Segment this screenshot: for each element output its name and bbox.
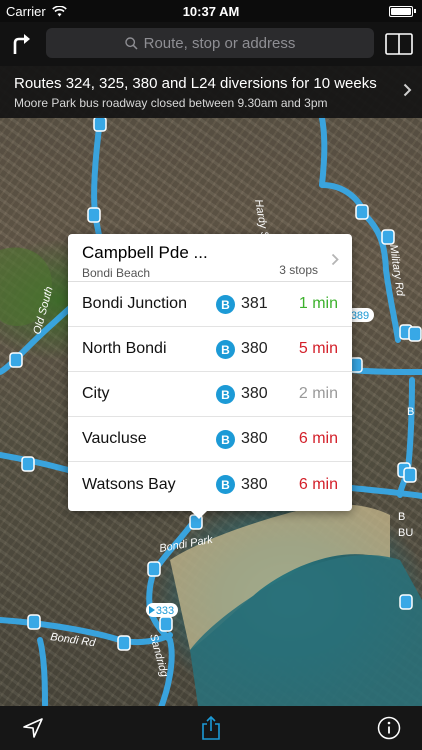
departure-destination: Bondi Junction	[82, 295, 187, 312]
status-bar: Carrier 10:37 AM	[0, 0, 422, 22]
route-number: 380	[241, 385, 268, 402]
chevron-right-icon	[403, 83, 412, 97]
route-333-label: 333	[156, 605, 174, 617]
departure-row[interactable]: City B 380 2 min	[68, 372, 352, 417]
map-b2-label: B	[398, 511, 405, 523]
departure-row[interactable]: Vaucluse B 380 6 min	[68, 417, 352, 462]
departure-row[interactable]: Bondi Junction B 381 1 min	[68, 282, 352, 327]
chevron-right-icon	[331, 253, 339, 266]
stop-count: 3 stops	[279, 263, 318, 277]
turn-right-arrow-icon	[13, 34, 30, 54]
stop-name: Campbell Pde ...	[82, 243, 208, 262]
departure-destination: Watsons Bay	[82, 475, 176, 493]
departures-list: Bondi Junction B 381 1 min North Bondi B…	[68, 282, 352, 507]
service-alert-banner[interactable]: Routes 324, 325, 380 and L24 diversions …	[0, 66, 422, 118]
route-number: 380	[241, 430, 268, 447]
magnifier-icon	[124, 36, 138, 50]
search-placeholder: Route, stop or address	[143, 34, 296, 52]
departure-destination: City	[82, 385, 110, 402]
bus-mode-icon: B	[216, 475, 235, 494]
share-button[interactable]	[196, 713, 226, 743]
departure-eta: 6 min	[298, 430, 338, 447]
map-b-label: B	[407, 406, 414, 418]
route-number: 380	[241, 340, 268, 357]
bus-mode-icon: B	[216, 295, 235, 314]
clock: 10:37 AM	[182, 3, 240, 19]
departure-destination: Vaucluse	[82, 430, 147, 447]
departure-eta: 5 min	[298, 340, 338, 357]
book-icon	[385, 33, 413, 55]
bus-mode-icon: B	[216, 430, 235, 449]
departure-row[interactable]: North Bondi B 380 5 min	[68, 327, 352, 372]
bus-mode-icon: B	[216, 340, 235, 359]
current-location-button[interactable]	[18, 713, 48, 743]
stop-header[interactable]: Campbell Pde ... Bondi Beach 3 stops	[68, 234, 352, 282]
departure-row[interactable]: Watsons Bay B 380 6 min	[68, 462, 352, 507]
top-navigation-bar: Route, stop or address	[0, 22, 422, 66]
bottom-toolbar	[0, 706, 422, 750]
route-number: 381	[241, 295, 268, 312]
info-icon	[377, 716, 401, 740]
bus-mode-icon: B	[216, 385, 235, 404]
info-button[interactable]	[374, 713, 404, 743]
search-input[interactable]: Route, stop or address	[46, 28, 374, 58]
stop-departures-card: Campbell Pde ... Bondi Beach 3 stops Bon…	[68, 234, 352, 519]
departure-eta: 1 min	[298, 295, 338, 312]
bookmarks-button[interactable]	[384, 29, 414, 59]
route-number: 380	[241, 475, 268, 493]
alert-title: Routes 324, 325, 380 and L24 diversions …	[14, 75, 377, 92]
directions-button[interactable]	[0, 22, 44, 66]
departure-destination: North Bondi	[82, 340, 167, 357]
departure-eta: 6 min	[298, 475, 338, 493]
departure-eta: 2 min	[298, 385, 338, 402]
share-icon	[202, 715, 220, 740]
location-arrow-icon	[23, 718, 43, 738]
alert-subtitle: Moore Park bus roadway closed between 9.…	[14, 96, 328, 110]
map-bu-label: BU	[398, 527, 413, 539]
route-389-label: 389	[351, 310, 369, 322]
